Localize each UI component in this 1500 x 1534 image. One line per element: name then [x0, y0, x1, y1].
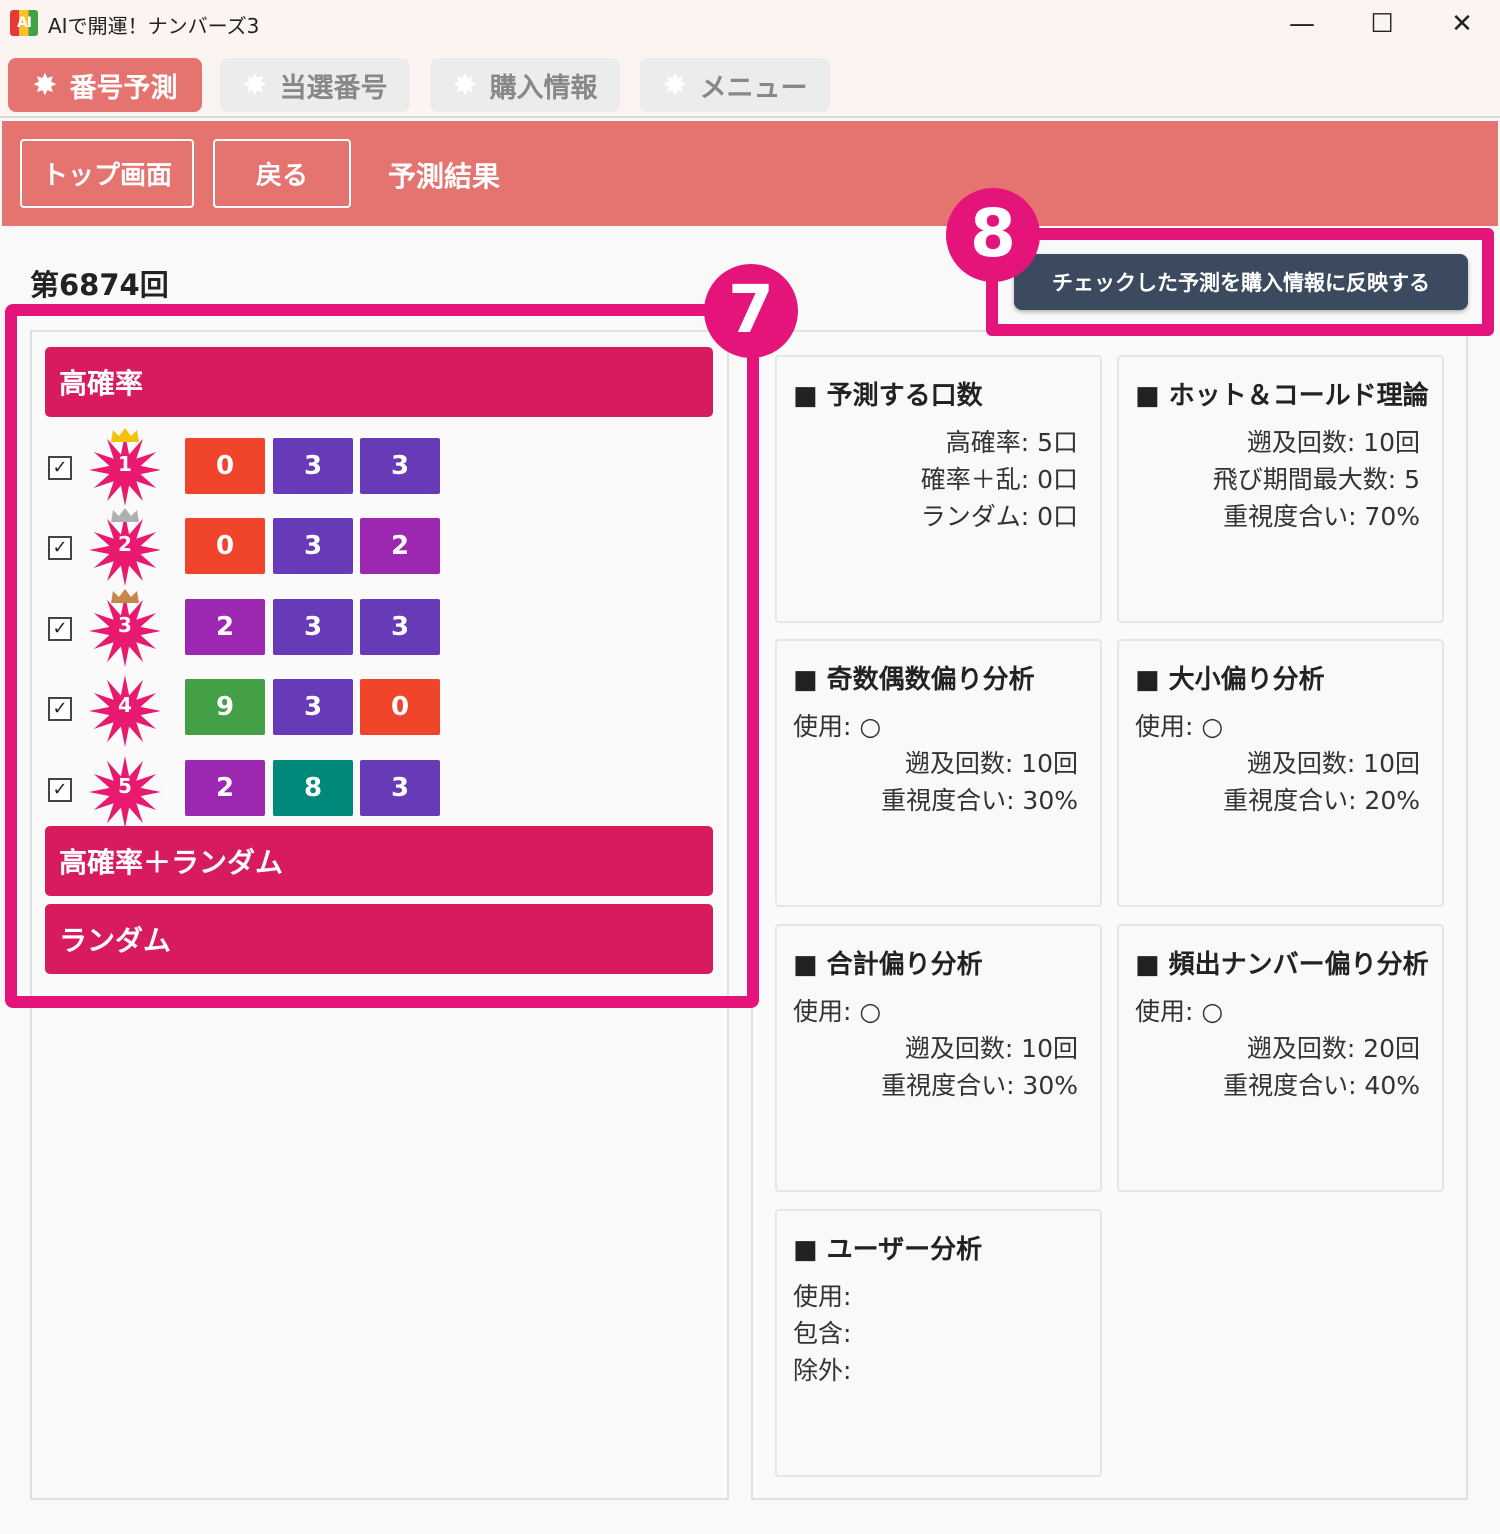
card-use: 使用: ○ [793, 712, 882, 741]
card-value: 遡及回数: 10回 [904, 749, 1078, 778]
card-frequent-number: ■ 頻出ナンバー偏り分析 使用: ○ 遡及回数: 20回 重視度合い: 40% [1117, 924, 1444, 1192]
card-title: ■ 合計偏り分析 [793, 950, 983, 980]
tab-label: 購入情報 [489, 72, 598, 104]
card-value: ランダム: 0口 [920, 502, 1078, 531]
card-value: 確率＋乱: 0口 [920, 465, 1078, 494]
card-title: ■ 予測する口数 [793, 381, 983, 411]
card-value: 重視度合い: 30% [881, 786, 1078, 815]
tab-label: メニュー [699, 72, 808, 104]
card-value: 遡及回数: 10回 [904, 1034, 1078, 1063]
annotation-badge-8: 8 [946, 188, 1040, 282]
annotation-badge-7: 7 [704, 264, 798, 358]
sparkle-icon: ✸ [32, 67, 58, 103]
tab-winning-numbers[interactable]: ✸ 当選番号 [220, 58, 410, 112]
card-title: ■ ユーザー分析 [793, 1235, 983, 1265]
card-value: 除外: [793, 1356, 852, 1385]
page-header: トップ画面 戻る 予測結果 [2, 121, 1498, 226]
tab-prediction[interactable]: ✸ 番号予測 [8, 58, 202, 112]
card-value: 遡及回数: 10回 [1246, 749, 1420, 778]
card-title: ■ ホット＆コールド理論 [1135, 381, 1429, 411]
sparkle-icon: ✸ [452, 67, 478, 103]
card-value: 遡及回数: 20回 [1246, 1034, 1420, 1063]
card-value: 飛び期間最大数: 5 [1212, 465, 1420, 494]
card-use: 使用: ○ [793, 997, 882, 1026]
close-button[interactable]: ✕ [1432, 4, 1492, 44]
tab-menu[interactable]: ✸ メニュー [640, 58, 830, 112]
card-value: 遡及回数: 10回 [1246, 428, 1420, 457]
card-hot-cold: ■ ホット＆コールド理論 遡及回数: 10回 飛び期間最大数: 5 重視度合い:… [1117, 355, 1444, 623]
window-title: AIで開運！ナンバーズ3 [48, 14, 260, 38]
app-logo-icon: AI [10, 10, 38, 36]
tab-label: 番号予測 [69, 72, 178, 104]
tab-purchase-info[interactable]: ✸ 購入情報 [430, 58, 620, 112]
title-bar: AI AIで開運！ナンバーズ3 — ☐ ✕ [0, 0, 1500, 48]
card-user-analysis: ■ ユーザー分析 使用: 包含: 除外: [775, 1209, 1102, 1477]
maximize-button[interactable]: ☐ [1352, 4, 1412, 44]
page-title: 予測結果 [388, 160, 501, 193]
card-value: 重視度合い: 40% [1223, 1071, 1420, 1100]
card-value: 使用: [793, 1282, 852, 1311]
card-use: 使用: ○ [1135, 712, 1224, 741]
minimize-button[interactable]: — [1272, 4, 1332, 44]
sparkle-icon: ✸ [662, 67, 688, 103]
tab-label: 当選番号 [279, 72, 388, 104]
card-big-small: ■ 大小偏り分析 使用: ○ 遡及回数: 10回 重視度合い: 20% [1117, 639, 1444, 907]
card-value: 重視度合い: 70% [1223, 502, 1420, 531]
annotation-box-7 [5, 304, 759, 1008]
card-odd-even: ■ 奇数偶数偏り分析 使用: ○ 遡及回数: 10回 重視度合い: 30% [775, 639, 1102, 907]
tab-bar: ✸ 番号予測 ✸ 当選番号 ✸ 購入情報 ✸ メニュー [0, 48, 1500, 118]
card-sum: ■ 合計偏り分析 使用: ○ 遡及回数: 10回 重視度合い: 30% [775, 924, 1102, 1192]
card-title: ■ 頻出ナンバー偏り分析 [1135, 950, 1429, 980]
sparkle-icon: ✸ [242, 67, 268, 103]
card-value: 高確率: 5口 [945, 428, 1078, 457]
card-value: 包含: [793, 1319, 852, 1348]
card-title: ■ 大小偏り分析 [1135, 665, 1325, 695]
round-label: 第6874回 [30, 268, 169, 302]
top-screen-button[interactable]: トップ画面 [20, 139, 194, 208]
annotation-box-8 [986, 228, 1494, 336]
card-use: 使用: ○ [1135, 997, 1224, 1026]
back-button[interactable]: 戻る [213, 139, 351, 208]
card-value: 重視度合い: 20% [1223, 786, 1420, 815]
card-prediction-count: ■ 予測する口数 高確率: 5口 確率＋乱: 0口 ランダム: 0口 [775, 355, 1102, 623]
card-title: ■ 奇数偶数偏り分析 [793, 665, 1035, 695]
card-value: 重視度合い: 30% [881, 1071, 1078, 1100]
